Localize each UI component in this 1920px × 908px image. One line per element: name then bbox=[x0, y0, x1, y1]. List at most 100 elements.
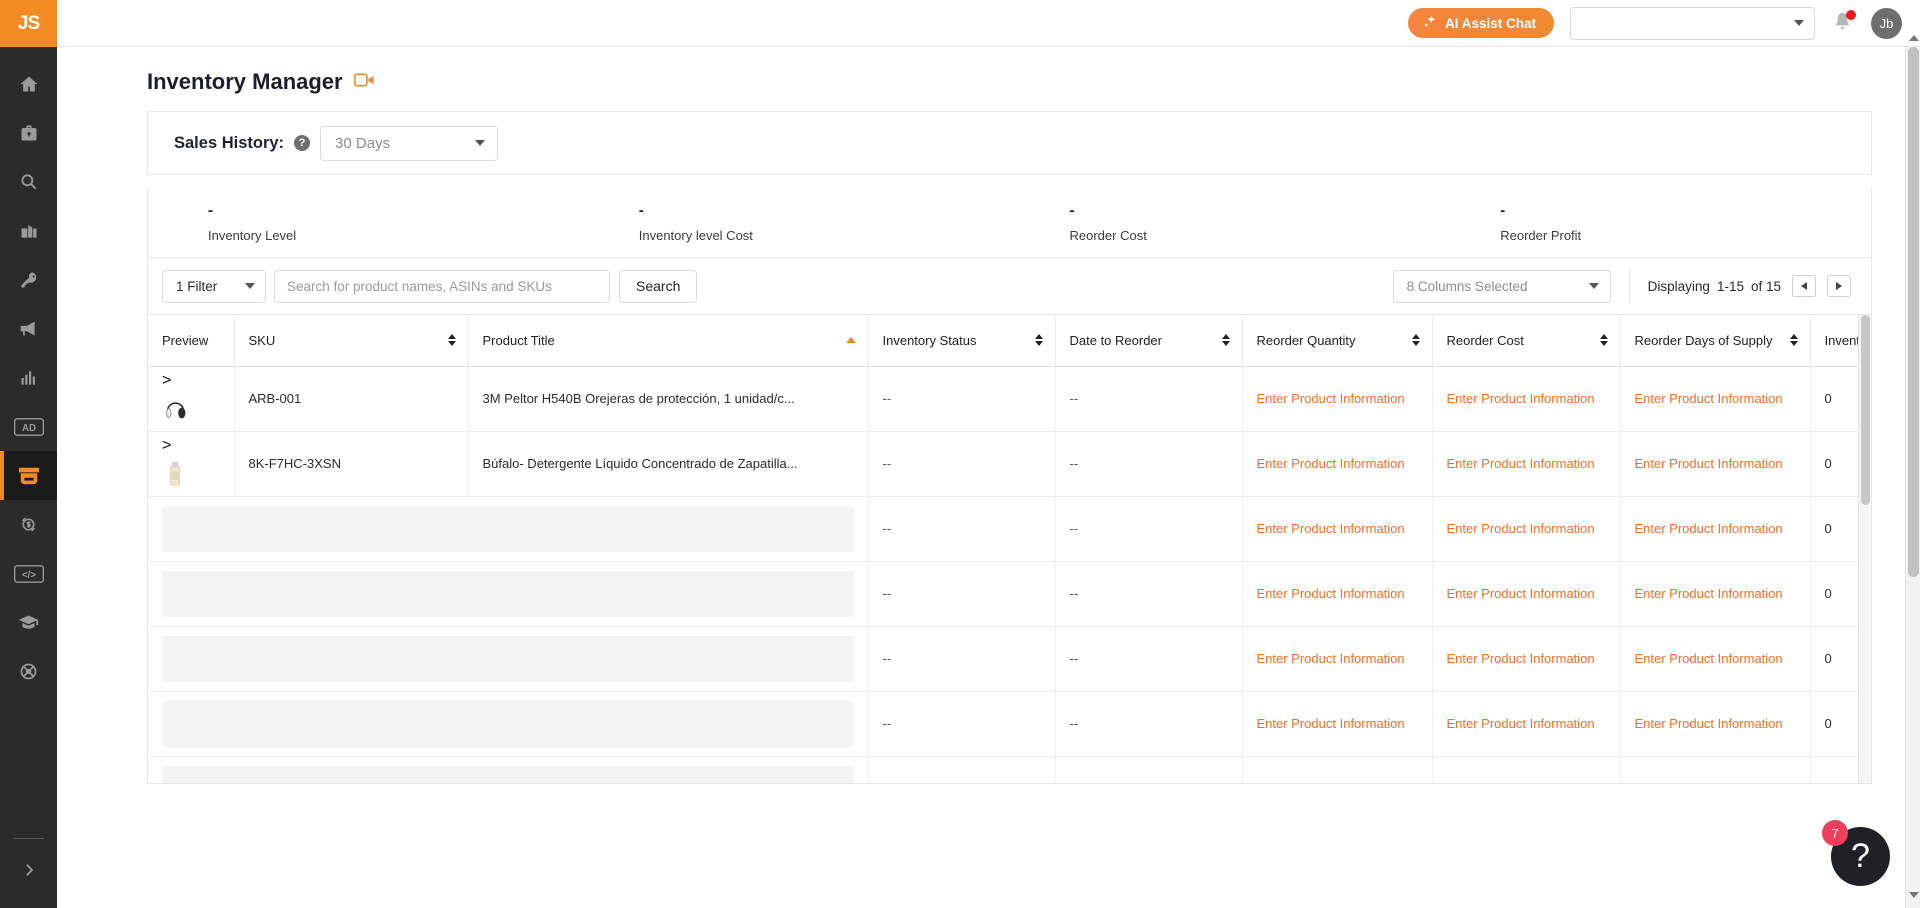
sidebar-item-support[interactable] bbox=[0, 647, 57, 696]
col-reorder-quantity[interactable]: Reorder Quantity bbox=[1242, 315, 1433, 367]
cell-sku: 8K-F7HC-3XSN bbox=[234, 431, 469, 497]
bar-chart-icon bbox=[19, 368, 39, 388]
sort-icon[interactable] bbox=[1599, 334, 1608, 347]
sidebar-item-advertising[interactable]: AD bbox=[0, 402, 57, 451]
sort-icon[interactable] bbox=[447, 334, 456, 347]
col-sku[interactable]: SKU bbox=[234, 315, 469, 367]
sort-asc-icon[interactable] bbox=[845, 337, 856, 344]
page-scroll-thumb[interactable] bbox=[1908, 47, 1919, 577]
cell-reorder-cost[interactable]: Enter Product Information bbox=[1432, 431, 1621, 497]
cell-reorder-days-of-supply[interactable]: Enter Product Information bbox=[1620, 431, 1811, 497]
cell-preview[interactable]: > bbox=[148, 366, 235, 432]
sidebar-item-inventory-manager[interactable] bbox=[0, 451, 57, 500]
inventory-table: Preview SKU Product Title Inventory Stat… bbox=[148, 315, 1871, 783]
cell-reorder-days-of-supply[interactable]: Enter Product Information bbox=[1620, 561, 1811, 627]
storefront-icon bbox=[19, 221, 39, 241]
table-scroll-thumb[interactable] bbox=[1861, 315, 1870, 505]
table-row[interactable]: -- -- Enter Product Information Enter Pr… bbox=[148, 496, 1871, 562]
account-select[interactable] bbox=[1570, 6, 1815, 40]
col-preview[interactable]: Preview bbox=[148, 315, 235, 367]
avatar[interactable]: Jb bbox=[1871, 7, 1902, 39]
ai-assist-chat-button[interactable]: AI Assist Chat bbox=[1407, 8, 1554, 38]
sidebar-item-product-database[interactable] bbox=[0, 108, 57, 157]
loading-placeholder bbox=[162, 635, 854, 682]
col-inventory-status[interactable]: Inventory Status bbox=[868, 315, 1056, 367]
cell-reorder-days-of-supply[interactable]: Enter Product Information bbox=[1620, 691, 1811, 757]
filter-select[interactable]: 1 Filter bbox=[162, 269, 266, 303]
product-thumbnail bbox=[170, 461, 180, 486]
notifications-button[interactable] bbox=[1831, 10, 1856, 35]
cell-reorder-days-of-supply[interactable]: Enter Product Information bbox=[1620, 626, 1811, 692]
sort-icon[interactable] bbox=[1221, 334, 1230, 347]
cell-reorder-quantity[interactable]: Enter Product Information bbox=[1242, 691, 1433, 757]
table-row[interactable]: > ARB-001 3M Peltor H540B Orejeras de pr… bbox=[148, 366, 1871, 432]
cell-reorder-cost[interactable]: Enter Product Information bbox=[1432, 626, 1621, 692]
scroll-up-arrow-icon[interactable] bbox=[1909, 35, 1919, 41]
main-area: AI Assist Chat Jb Inventory Manager Sale… bbox=[57, 0, 1920, 908]
cell-reorder-quantity[interactable]: Enter Product Information bbox=[1242, 561, 1433, 627]
sort-icon[interactable] bbox=[1789, 334, 1798, 347]
table-row[interactable]: -- -- Enter Product Information Enter Pr… bbox=[148, 561, 1871, 627]
sidebar-item-home[interactable] bbox=[0, 59, 57, 108]
cell-reorder-quantity[interactable]: Enter Product Information bbox=[1242, 431, 1433, 497]
search-button[interactable]: Search bbox=[619, 269, 698, 303]
cell-reorder-cost[interactable]: Enter Product Information bbox=[1432, 561, 1621, 627]
sidebar-expand-button[interactable] bbox=[0, 845, 57, 894]
col-reorder-days-of-supply[interactable]: Reorder Days of Supply bbox=[1620, 315, 1811, 367]
cell-skeleton bbox=[148, 756, 869, 783]
cell-reorder-days-of-supply[interactable]: Enter Product Information bbox=[1620, 366, 1811, 432]
table-row[interactable]: > 8K-F7HC-3XSN Búfalo- Detergente Líquid… bbox=[148, 431, 1871, 497]
sidebar-item-academy[interactable] bbox=[0, 598, 57, 647]
cell-reorder-cost[interactable]: Enter Product Information bbox=[1432, 691, 1621, 757]
expand-row-toggle[interactable]: > bbox=[162, 437, 220, 454]
cell-reorder-cost[interactable]: Enter Product Information bbox=[1432, 496, 1621, 562]
sales-history-range-select[interactable]: 30 Days bbox=[320, 125, 499, 161]
prev-page-button[interactable] bbox=[1792, 275, 1816, 297]
cell-skeleton bbox=[148, 691, 869, 757]
cell-reorder-quantity[interactable]: Enter Product Information bbox=[1242, 626, 1433, 692]
sort-icon[interactable] bbox=[1034, 334, 1043, 347]
cell-reorder-quantity[interactable]: Enter Product Information bbox=[1242, 366, 1433, 432]
cell-reorder-cost[interactable]: Enter Product Information bbox=[1432, 756, 1621, 783]
sidebar-item-promotions[interactable] bbox=[0, 304, 57, 353]
table-row[interactable]: -- -- Enter Product Information Enter Pr… bbox=[148, 756, 1871, 783]
table-row[interactable]: -- -- Enter Product Information Enter Pr… bbox=[148, 691, 1871, 757]
cell-preview[interactable]: > bbox=[148, 431, 235, 497]
search-input[interactable] bbox=[274, 269, 610, 303]
displaying-range: 1-15 bbox=[1716, 278, 1744, 294]
cell-date-to-reorder: -- bbox=[1055, 366, 1243, 432]
app-logo[interactable]: JS bbox=[0, 0, 57, 47]
cell-date-to-reorder: -- bbox=[1055, 691, 1243, 757]
video-camera-icon[interactable] bbox=[353, 72, 375, 93]
table-row[interactable]: -- -- Enter Product Information Enter Pr… bbox=[148, 626, 1871, 692]
kpi-label: Reorder Profit bbox=[1500, 227, 1582, 243]
scroll-down-arrow-icon[interactable] bbox=[1909, 892, 1919, 898]
cell-reorder-quantity[interactable]: Enter Product Information bbox=[1242, 496, 1433, 562]
cell-reorder-days-of-supply[interactable]: Enter Product Information bbox=[1620, 756, 1811, 783]
col-date-to-reorder[interactable]: Date to Reorder bbox=[1055, 315, 1243, 367]
sales-history-label: Sales History: bbox=[174, 133, 285, 152]
page-vertical-scrollbar[interactable] bbox=[1905, 35, 1920, 908]
sidebar-item-analytics[interactable] bbox=[0, 353, 57, 402]
next-page-button[interactable] bbox=[1827, 275, 1851, 297]
pagination-summary: Displaying 1-15 of 15 bbox=[1648, 275, 1851, 297]
columns-select[interactable]: 8 Columns Selected bbox=[1392, 269, 1611, 303]
sidebar-item-opportunity-finder[interactable] bbox=[0, 157, 57, 206]
sidebar-item-developer[interactable]: </> bbox=[0, 549, 57, 598]
sidebar-item-refund-genie[interactable] bbox=[0, 500, 57, 549]
cell-reorder-quantity[interactable]: Enter Product Information bbox=[1242, 756, 1433, 783]
col-product-title[interactable]: Product Title bbox=[468, 315, 869, 367]
cell-reorder-cost[interactable]: Enter Product Information bbox=[1432, 366, 1621, 432]
notification-badge bbox=[1846, 10, 1856, 20]
refund-dollar-icon bbox=[18, 514, 39, 535]
table-vertical-scrollbar[interactable] bbox=[1858, 315, 1871, 783]
expand-row-toggle[interactable]: > bbox=[162, 372, 220, 389]
sort-icon[interactable] bbox=[1411, 334, 1420, 347]
cell-reorder-days-of-supply[interactable]: Enter Product Information bbox=[1620, 496, 1811, 562]
sales-history-help-icon[interactable]: ? bbox=[294, 135, 311, 151]
chevron-down-icon bbox=[475, 140, 486, 146]
sidebar-item-market-insights[interactable] bbox=[0, 206, 57, 255]
col-reorder-cost[interactable]: Reorder Cost bbox=[1432, 315, 1621, 367]
sidebar-item-keyword-scout[interactable] bbox=[0, 255, 57, 304]
loading-placeholder bbox=[162, 570, 854, 617]
